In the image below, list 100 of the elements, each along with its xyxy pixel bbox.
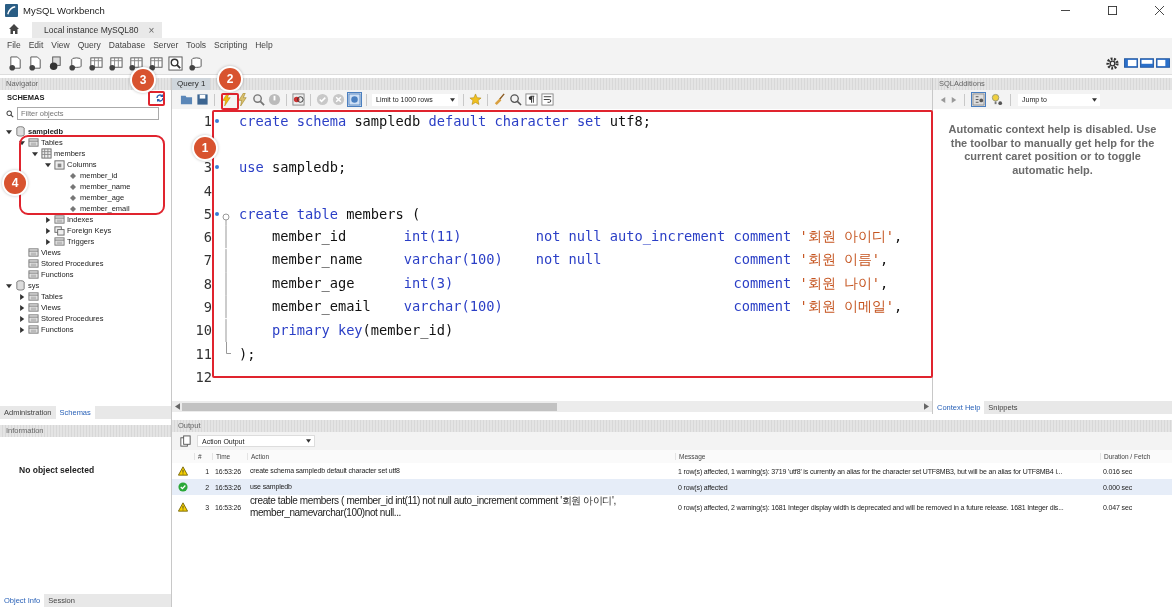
menu-item[interactable]: Tools xyxy=(183,40,212,50)
code-line: member_name varchar(100) not null comment '회원 이름', xyxy=(270,251,889,270)
table-icon[interactable] xyxy=(88,55,103,71)
caret-icon xyxy=(1092,97,1097,102)
step-badge: 4 xyxy=(4,172,26,194)
expanded-arrow-icon[interactable] xyxy=(6,282,12,289)
back-arrow-icon[interactable] xyxy=(940,96,946,103)
help-text: Automatic context help is disabled. Use the toolbar to manually get help for the current caret position or to toggle automatic help. xyxy=(947,123,1158,177)
folder-icon[interactable] xyxy=(180,93,193,106)
table-icon xyxy=(41,148,52,159)
collapsed-arrow-icon[interactable] xyxy=(45,227,51,234)
folder-icon xyxy=(28,302,39,313)
menu-item[interactable]: Database xyxy=(105,40,151,50)
line-number: 9 xyxy=(203,299,212,315)
code-line: create schema sampledb default character set utf8; xyxy=(239,112,652,129)
layout-sidebar-icon[interactable] xyxy=(1124,58,1138,68)
step-badge: 2 xyxy=(219,68,241,90)
folder-icon xyxy=(28,269,39,280)
star-icon[interactable] xyxy=(469,93,482,106)
scrollbar-thumb[interactable] xyxy=(182,402,557,411)
folder-icon xyxy=(28,324,39,335)
settings-icon[interactable] xyxy=(1105,55,1120,71)
expanded-arrow-icon[interactable] xyxy=(32,150,38,157)
close-icon[interactable] xyxy=(1155,5,1164,15)
search-icon[interactable] xyxy=(509,93,522,106)
caret-icon xyxy=(306,439,311,443)
tab-close[interactable]: × xyxy=(148,24,155,36)
line-number: 7 xyxy=(203,252,212,269)
line-number: 5 xyxy=(203,205,212,222)
line-number: 3 xyxy=(203,159,212,176)
table-cell-text: create table members ( member_id int(11) not null auto_increment comment '회원 아이디', member_namevarchar(100)not null... xyxy=(249,495,617,519)
folder-icon xyxy=(28,137,39,148)
lightbulb-help-icon[interactable] xyxy=(990,93,1003,106)
step-badge: 3 xyxy=(132,69,154,91)
scroll-left-icon[interactable] xyxy=(175,403,180,410)
copy-icon[interactable] xyxy=(179,434,192,448)
expanded-arrow-icon[interactable] xyxy=(19,139,25,146)
menu-item[interactable]: Help xyxy=(252,40,278,50)
collapsed-arrow-icon[interactable] xyxy=(19,315,25,322)
help-icon[interactable] xyxy=(972,93,985,106)
document-icon[interactable] xyxy=(28,55,43,71)
pilcrow-icon[interactable] xyxy=(525,93,538,106)
maximize-icon[interactable] xyxy=(1108,5,1117,15)
scroll-right-icon[interactable] xyxy=(924,403,929,410)
refresh-icon[interactable] xyxy=(155,92,165,103)
check-circle-icon[interactable] xyxy=(316,93,329,106)
database-icon[interactable] xyxy=(68,55,83,71)
home-icon[interactable] xyxy=(8,23,20,35)
autocommit-icon[interactable] xyxy=(348,93,361,106)
folder-icon xyxy=(54,214,65,225)
line-number: 12 xyxy=(195,368,212,385)
folder-icon xyxy=(28,291,39,302)
lightning-cursor-icon[interactable] xyxy=(236,93,249,106)
menu-item[interactable]: Scripting xyxy=(211,40,253,50)
menu-item[interactable]: Query xyxy=(74,40,106,50)
document-icon[interactable] xyxy=(8,55,23,71)
key-folder-icon xyxy=(54,225,65,236)
collapsed-arrow-icon[interactable] xyxy=(45,238,51,245)
menu-item[interactable]: Server xyxy=(150,40,184,50)
info-icon[interactable] xyxy=(48,55,63,71)
collapsed-arrow-icon[interactable] xyxy=(19,326,25,333)
horizontal-scrollbar[interactable] xyxy=(172,401,932,412)
toggle-icon[interactable] xyxy=(292,93,305,106)
search-icon xyxy=(6,109,14,118)
database-icon xyxy=(15,126,26,137)
database-icon xyxy=(15,280,26,291)
database-icon[interactable] xyxy=(188,55,203,71)
folder-icon xyxy=(28,258,39,269)
expanded-arrow-icon[interactable] xyxy=(6,128,12,135)
wrap-icon[interactable] xyxy=(541,93,554,106)
fold-marker-icon[interactable] xyxy=(222,213,230,226)
code-line: create table members ( xyxy=(239,205,421,222)
collapsed-arrow-icon[interactable] xyxy=(19,293,25,300)
expanded-arrow-icon[interactable] xyxy=(45,161,51,168)
menu-item[interactable]: View xyxy=(48,40,75,50)
step-badge: 1 xyxy=(194,137,216,159)
info-message: No object selected xyxy=(19,465,95,475)
magnifier-icon[interactable] xyxy=(168,55,183,71)
code-line: use sampledb; xyxy=(239,159,347,176)
connection-tab[interactable]: Local instance MySQL80 × xyxy=(32,22,163,38)
code-line: primary key(member_id) xyxy=(270,322,454,339)
layout-bottom-icon[interactable] xyxy=(1140,58,1154,68)
broom-icon[interactable] xyxy=(493,93,506,106)
folder-icon xyxy=(28,247,39,258)
collapsed-arrow-icon[interactable] xyxy=(19,304,25,311)
folder-icon xyxy=(28,313,39,324)
layout-right-icon[interactable] xyxy=(1156,58,1170,68)
save-icon[interactable] xyxy=(196,93,209,106)
line-number: 11 xyxy=(195,345,212,362)
query-tab[interactable]: Query 1 xyxy=(172,78,211,90)
code-line: ); xyxy=(239,345,256,362)
menu-item[interactable]: Edit xyxy=(25,40,49,50)
code-line: member_id int(11) not null auto_increment comment '회원 아이디', xyxy=(270,228,903,247)
line-number: 1 xyxy=(203,112,212,129)
window-title: MySQL Workbench xyxy=(23,4,105,16)
menu-item[interactable]: File xyxy=(4,40,26,50)
forward-arrow-icon[interactable] xyxy=(951,96,957,103)
line-number: 6 xyxy=(203,229,212,246)
lightning-icon[interactable] xyxy=(220,93,233,106)
collapsed-arrow-icon[interactable] xyxy=(45,216,51,223)
